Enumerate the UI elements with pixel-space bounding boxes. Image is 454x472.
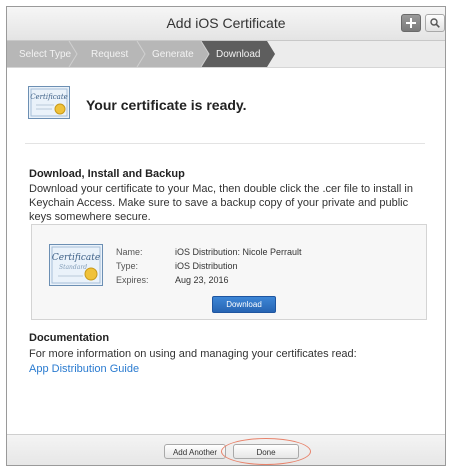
certificate-badge-icon: Certificate Standard — [49, 244, 103, 286]
expires-label: Expires: — [116, 275, 149, 285]
type-label: Type: — [116, 261, 139, 271]
name-value: iOS Distribution: Nicole Perrault — [175, 247, 302, 257]
add-button[interactable] — [401, 14, 421, 32]
plus-icon — [406, 18, 416, 28]
search-icon — [430, 18, 440, 28]
app-distribution-guide-link[interactable]: App Distribution Guide — [29, 363, 139, 375]
ready-message: Your certificate is ready. — [86, 97, 247, 113]
documentation-description: For more information on using and managi… — [29, 348, 357, 360]
certificate-icon: Certificate — [28, 86, 70, 119]
add-certificate-window: Add iOS Certificate Select Type Request … — [6, 6, 446, 466]
type-value: iOS Distribution — [175, 261, 238, 271]
search-button[interactable] — [425, 14, 445, 32]
certificate-icon-title: Certificate — [30, 93, 68, 101]
certificate-badge-subtitle: Standard — [59, 264, 87, 271]
step-generate: Generate — [152, 49, 194, 60]
expires-value: Aug 23, 2016 — [175, 275, 229, 285]
download-section-description: Download your certificate to your Mac, t… — [29, 183, 413, 223]
window-header: Add iOS Certificate — [7, 7, 445, 41]
name-label: Name: — [116, 247, 143, 257]
window-footer: Add Another Done — [7, 434, 445, 465]
step-download: Download — [216, 49, 261, 60]
documentation-title: Documentation — [29, 332, 110, 344]
certificate-badge-title: Certificate — [52, 253, 100, 263]
divider — [25, 143, 425, 144]
step-progress-bar: Select Type Request Generate Download — [7, 41, 445, 68]
certificate-details-panel: Certificate Standard Name: iOS Distribut… — [31, 224, 427, 320]
done-button[interactable]: Done — [233, 444, 299, 459]
step-select-type: Select Type — [19, 49, 72, 60]
window-title: Add iOS Certificate — [166, 15, 286, 31]
download-button[interactable]: Download — [212, 296, 276, 313]
add-another-button[interactable]: Add Another — [164, 444, 226, 459]
step-request: Request — [91, 49, 129, 60]
download-section-title: Download, Install and Backup — [29, 168, 185, 180]
